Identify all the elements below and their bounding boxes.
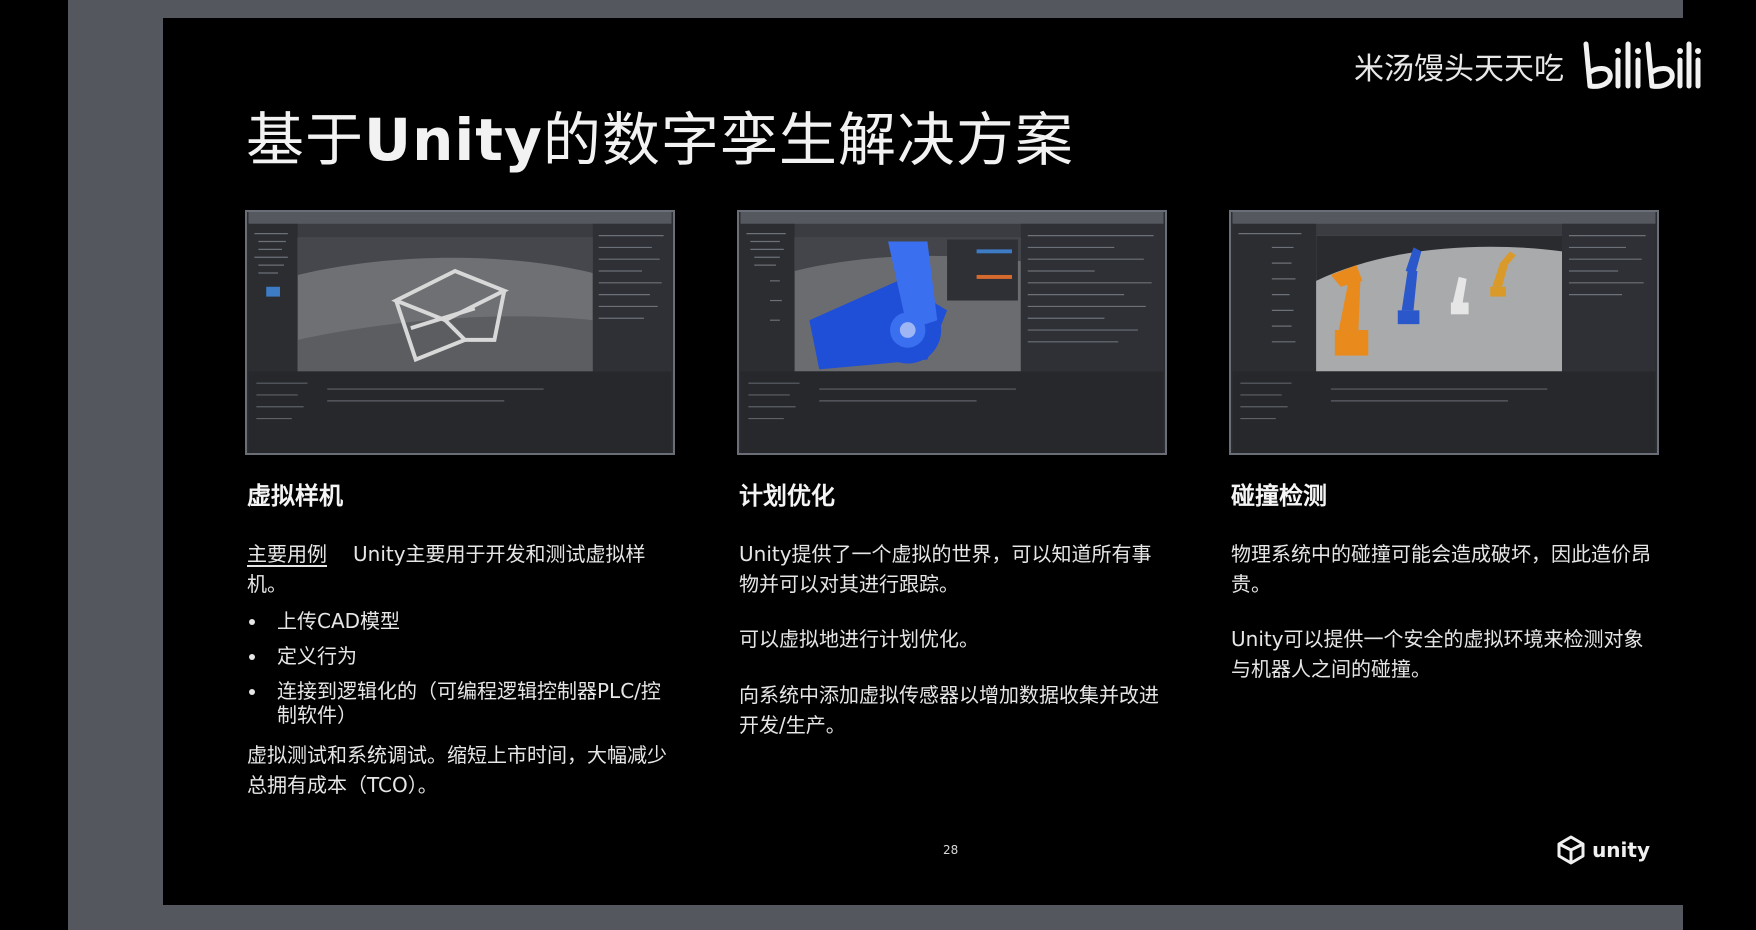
paragraph: 可以虚拟地进行计划优化。	[739, 627, 979, 652]
unity-cube-icon	[1557, 835, 1585, 865]
paragraph: 物理系统中的碰撞可能会造成破坏，因此造价昂贵。	[1231, 542, 1651, 596]
slide-title: 基于Unity的数字孪生解决方案	[246, 107, 1074, 174]
column-heading: 计划优化	[739, 482, 835, 510]
slide: 基于Unity的数字孪生解决方案 米汤馒头天天吃 虚拟样机 主要用例 Unity…	[163, 18, 1734, 905]
bullet-item: 上传CAD模型	[247, 609, 675, 633]
intro-paragraph: 主要用例 Unity主要用于开发和测试虚拟样机。	[247, 540, 675, 599]
intro-label: 主要用例	[247, 542, 327, 567]
paragraph: Unity可以提供一个安全的虚拟环境来检测对象与机器人之间的碰撞。	[1231, 627, 1644, 681]
page-number: 28	[943, 843, 959, 857]
bullet-item: 连接到逻辑化的（可编程逻辑控制器PLC/控制软件）	[247, 679, 675, 727]
thumbnail-plan-optimization	[737, 210, 1167, 455]
bilibili-logo-icon	[1583, 41, 1701, 89]
bullet-list: 上传CAD模型 定义行为 连接到逻辑化的（可编程逻辑控制器PLC/控制软件）	[247, 609, 675, 727]
column-heading: 碰撞检测	[1231, 482, 1327, 510]
presentation-frame: 基于Unity的数字孪生解决方案 米汤馒头天天吃 虚拟样机 主要用例 Unity…	[68, 0, 1734, 930]
paragraph: Unity提供了一个虚拟的世界，可以知道所有事物并可以对其进行跟踪。	[739, 542, 1152, 596]
column-body: Unity提供了一个虚拟的世界，可以知道所有事物并可以对其进行跟踪。 可以虚拟地…	[739, 540, 1167, 740]
paragraph: 向系统中添加虚拟传感器以增加数据收集并改进开发/生产。	[739, 682, 1159, 737]
video-screen: 基于Unity的数字孪生解决方案 米汤馒头天天吃 虚拟样机 主要用例 Unity…	[0, 0, 1756, 930]
video-watermark: 米汤馒头天天吃	[1354, 38, 1702, 94]
column-body: 主要用例 Unity主要用于开发和测试虚拟样机。 上传CAD模型 定义行为 连接到…	[247, 540, 675, 800]
column-plan-optimization: 计划优化 Unity提供了一个虚拟的世界，可以知道所有事物并可以对其进行跟踪。 …	[737, 210, 1167, 766]
column-collision-detection: 碰撞检测 物理系统中的碰撞可能会造成破坏，因此造价昂贵。 Unity可以提供一个…	[1229, 210, 1659, 711]
slide-title-suffix: 的数字孪生解决方案	[542, 105, 1074, 174]
bullet-item: 定义行为	[247, 644, 675, 668]
unity-logo-text: unity	[1592, 838, 1650, 862]
column-body: 物理系统中的碰撞可能会造成破坏，因此造价昂贵。 Unity可以提供一个安全的虚拟…	[1231, 540, 1659, 684]
column-heading: 虚拟样机	[247, 482, 343, 510]
thumbnail-collision-detection	[1229, 210, 1659, 455]
outro-paragraph: 虚拟测试和系统调试。缩短上市时间，大幅减少总拥有成本（TCO）。	[247, 743, 667, 797]
uploader-name: 米汤馒头天天吃	[1354, 52, 1564, 87]
slide-title-prefix: 基于	[246, 105, 365, 174]
column-virtual-prototype: 虚拟样机 主要用例 Unity主要用于开发和测试虚拟样机。 上传CAD模型 定义行…	[245, 210, 675, 827]
thumbnail-virtual-prototype	[245, 210, 675, 455]
unity-logo: unity	[1556, 835, 1650, 865]
slide-title-brand: Unity	[364, 105, 543, 174]
